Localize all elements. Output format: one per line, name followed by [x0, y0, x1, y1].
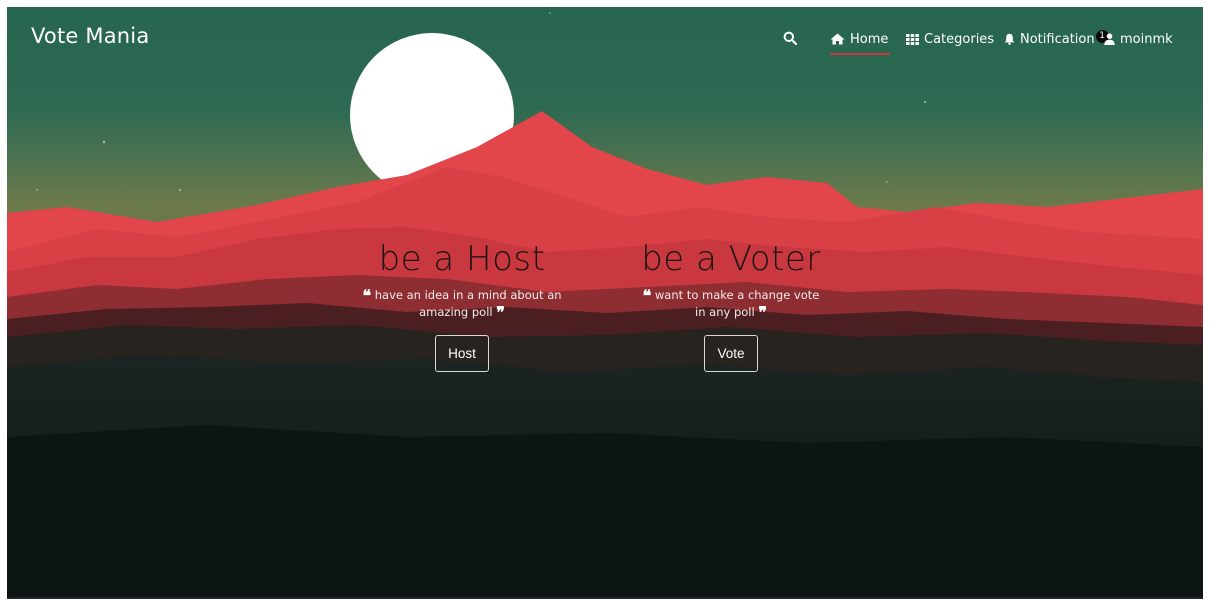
search-icon[interactable] [783, 30, 799, 46]
nav-home[interactable]: Home [830, 29, 891, 55]
nav-notification-label: Notification [1020, 31, 1095, 47]
host-button[interactable]: Host [435, 335, 489, 372]
nav-notification[interactable]: Notification 1 [1004, 29, 1109, 49]
quote-close-icon: ❞ [496, 303, 505, 322]
user-icon [1104, 33, 1115, 45]
voter-section: be a Voter ❝ want to make a change vote … [601, 239, 861, 372]
top-navbar: Vote Mania Home Categories Notification … [7, 7, 1203, 77]
host-quote: ❝ have an idea in a mind about an amazin… [330, 287, 594, 321]
page-frame: Vote Mania Home Categories Notification … [7, 7, 1203, 597]
host-section: be a Host ❝ have an idea in a mind about… [330, 239, 594, 372]
host-quote-line2: amazing poll [419, 305, 493, 319]
host-quote-line1: have an idea in a mind about an [374, 288, 562, 302]
voter-quote-line2: in any poll [695, 305, 755, 319]
nav-categories-label: Categories [924, 31, 995, 47]
bottom-divider [7, 597, 1203, 599]
quote-open-icon: ❝ [362, 286, 372, 305]
quote-open-icon: ❝ [642, 286, 652, 305]
vote-button[interactable]: Vote [704, 335, 758, 372]
grid-icon [906, 33, 919, 45]
quote-close-icon: ❞ [758, 303, 767, 322]
nav-user[interactable]: moinmk [1104, 29, 1173, 49]
nav-user-label: moinmk [1120, 31, 1173, 47]
nav-categories[interactable]: Categories [906, 29, 994, 49]
voter-quote: ❝ want to make a change vote in any poll… [601, 287, 861, 321]
voter-title: be a Voter [641, 239, 821, 279]
host-title: be a Host [378, 239, 546, 279]
nav-home-label: Home [850, 31, 889, 47]
bell-icon [1004, 33, 1015, 45]
brand-logo[interactable]: Vote Mania [31, 24, 149, 48]
voter-quote-line1: want to make a change vote [654, 288, 820, 302]
home-icon [830, 33, 845, 45]
active-underline [830, 53, 891, 55]
